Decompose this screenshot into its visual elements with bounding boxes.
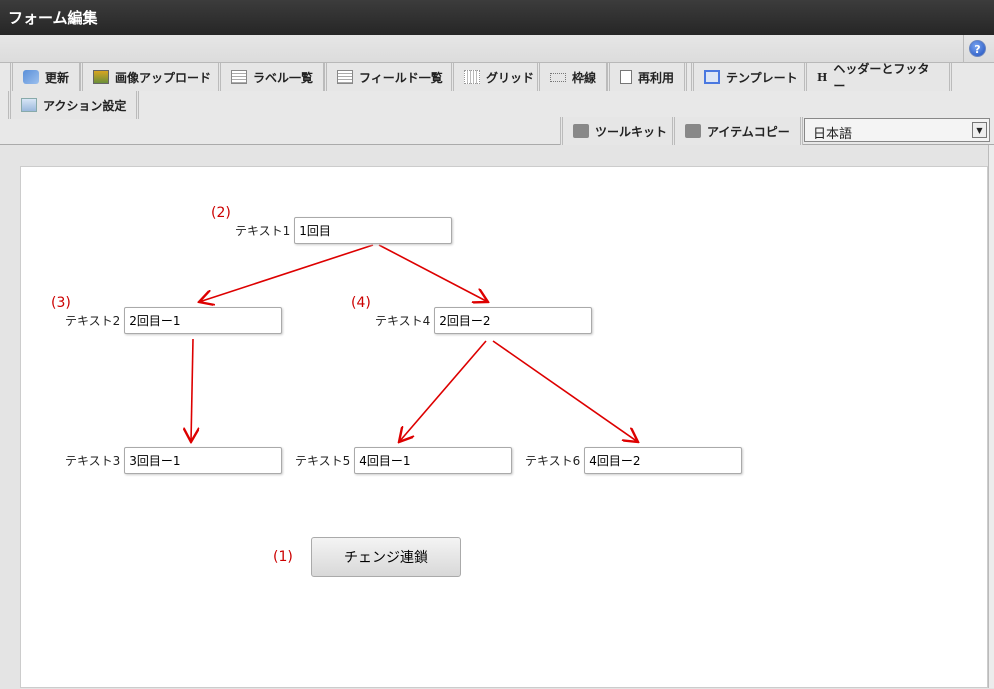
list-icon [337, 70, 353, 84]
field-label: テキスト2 [65, 314, 121, 328]
chevron-down-icon[interactable]: ▼ [972, 122, 987, 138]
text2-input[interactable] [124, 307, 283, 334]
border-button[interactable]: 枠線 [537, 63, 610, 91]
field-label: テキスト6 [525, 454, 581, 468]
text4-input[interactable] [434, 307, 593, 334]
arrow [199, 244, 374, 302]
field-label: テキスト1 [235, 224, 291, 238]
field-text2: テキスト2 [65, 307, 283, 334]
button-label: 枠線 [572, 70, 597, 85]
toolkit-button[interactable]: ツールキット [560, 117, 678, 145]
field-label: テキスト4 [375, 314, 431, 328]
text1-input[interactable] [294, 217, 453, 244]
arrow [492, 340, 638, 442]
divider [963, 35, 964, 63]
copy-icon [620, 70, 632, 84]
field-list-button[interactable]: フィールド一覧 [324, 63, 456, 91]
field-text1: テキスト1 [235, 217, 453, 244]
button-label: ヘッダーとフッター [833, 62, 930, 93]
window-title: フォーム編集 [0, 0, 994, 35]
annotation-2: (2) [211, 205, 231, 221]
toolbar: 更新 画像アップロード ラベル一覧 フィールド一覧 グリッド 枠線 再利用 テン… [0, 62, 994, 145]
button-label: フィールド一覧 [359, 70, 443, 85]
refresh-button[interactable]: 更新 [10, 63, 83, 91]
field-label: テキスト3 [65, 454, 121, 468]
grid-button[interactable]: グリッド [451, 63, 548, 91]
grid-icon [464, 70, 480, 84]
selected-language: 日本語 [813, 127, 853, 142]
button-label: グリッド [486, 70, 535, 85]
form-canvas: (2) (3) (4) (1) テキスト1 テキスト2 テキスト4 テキスト3 … [20, 166, 988, 688]
button-label: アクション設定 [43, 98, 127, 113]
arrow [191, 338, 193, 442]
toolbox-icon [685, 124, 701, 138]
text5-input[interactable] [354, 447, 513, 474]
top-bar: ? [0, 35, 994, 63]
image-upload-icon [93, 70, 109, 84]
label-list-button[interactable]: ラベル一覧 [218, 63, 327, 91]
button-label: アイテムコピー [707, 124, 790, 139]
field-text6: テキスト6 [525, 447, 743, 474]
toolbox-icon [573, 124, 589, 138]
refresh-icon [23, 70, 39, 84]
language-select[interactable]: 日本語 ▼ [804, 118, 990, 142]
button-label: ツールキット [595, 124, 668, 139]
field-text5: テキスト5 [295, 447, 513, 474]
field-text3: テキスト3 [65, 447, 283, 474]
arrows [21, 244, 989, 689]
text6-input[interactable] [584, 447, 743, 474]
reuse-button[interactable]: 再利用 [607, 63, 688, 91]
border-icon [550, 72, 566, 82]
button-label: テンプレート [726, 70, 798, 85]
image-upload-button[interactable]: 画像アップロード [80, 63, 225, 91]
action-settings-button[interactable]: アクション設定 [8, 91, 140, 119]
help-icon[interactable]: ? [969, 40, 986, 57]
arrow [378, 244, 488, 302]
annotation-4: (4) [351, 295, 371, 311]
list-icon [231, 70, 247, 84]
template-button[interactable]: テンプレート [691, 63, 811, 91]
button-label: ラベル一覧 [253, 70, 314, 85]
button-label: 再利用 [638, 70, 675, 85]
button-label: 更新 [45, 70, 70, 85]
button-label: 画像アップロード [115, 70, 212, 85]
field-label: テキスト5 [295, 454, 351, 468]
header-icon: H [817, 70, 828, 84]
arrow [399, 340, 487, 442]
action-icon [21, 98, 37, 112]
text3-input[interactable] [124, 447, 283, 474]
item-copy-button[interactable]: アイテムコピー [672, 117, 803, 145]
template-icon [704, 70, 720, 84]
header-footer-button[interactable]: H ヘッダーとフッター [804, 62, 952, 93]
field-text4: テキスト4 [375, 307, 593, 334]
change-chain-button[interactable]: チェンジ連鎖 [311, 537, 461, 577]
annotation-1: (1) [273, 549, 293, 565]
